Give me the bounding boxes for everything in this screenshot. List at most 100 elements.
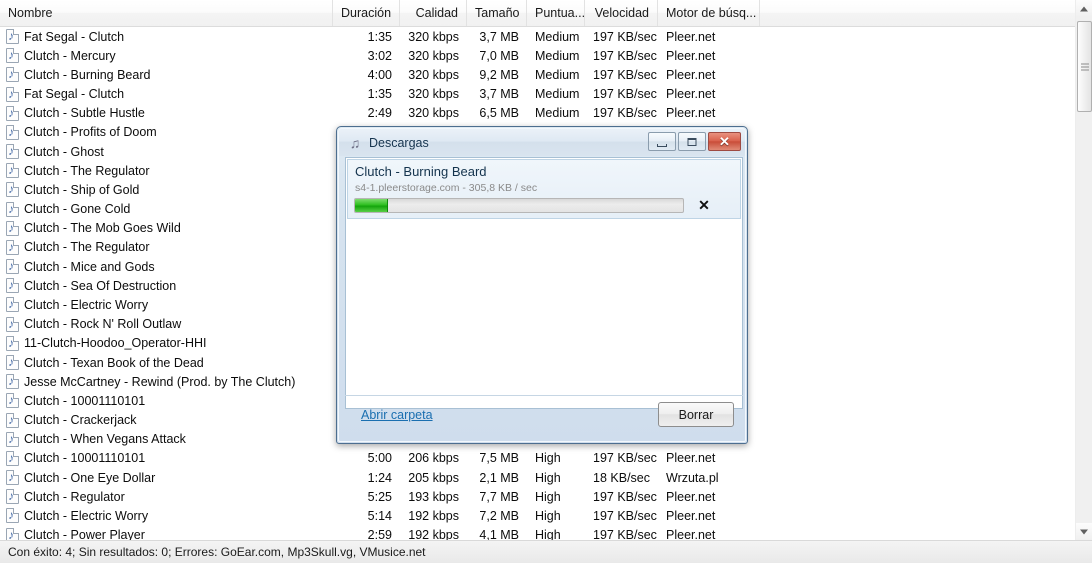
row-name-label: Clutch - Ghost [24, 144, 104, 159]
table-row[interactable]: Clutch - Regulator 5:25 193 kbps 7,7 MB High… [0, 487, 1075, 506]
table-row[interactable]: Clutch - Power Player 2:59 192 kbps 4,1 MB H… [0, 525, 1075, 540]
row-name-cell: Clutch - The Regulator [0, 239, 333, 255]
row-duration-cell: 3:02 [367, 48, 392, 63]
table-row[interactable]: Clutch - 10001110101 5:00 206 kbps 7,5 MB Hi… [0, 449, 1075, 468]
row-name-label: Clutch - Profits of Doom [24, 125, 157, 140]
music-file-icon [6, 48, 19, 64]
download-progress-bar [354, 198, 684, 213]
music-file-icon [6, 316, 19, 332]
table-row[interactable]: Fat Segal - Clutch 1:35 320 kbps 3,7 MB Medi… [0, 85, 1075, 104]
music-note-icon: ♫ [349, 134, 361, 151]
column-header-3[interactable]: Tamaño [467, 0, 527, 26]
row-name-label: Clutch - 10001110101 [24, 451, 146, 466]
column-header-0[interactable]: Nombre [0, 0, 333, 26]
music-file-icon [6, 335, 19, 351]
row-quality-cell: 205 kbps [408, 470, 459, 485]
row-name-label: Clutch - The Regulator [24, 163, 150, 178]
maximize-button[interactable] [678, 132, 706, 151]
row-name-cell: Clutch - Power Player [0, 527, 333, 540]
music-file-icon [6, 527, 19, 540]
row-name-label: Clutch - Electric Worry [24, 508, 149, 523]
row-name-cell: Clutch - Profits of Doom [0, 124, 333, 140]
row-speed-cell: 197 KB/sec [593, 451, 657, 466]
row-size-cell: 7,0 MB [479, 48, 519, 63]
row-size-cell: 2,1 MB [479, 470, 519, 485]
scrollbar-up-button[interactable] [1076, 0, 1092, 17]
music-file-icon [6, 144, 19, 160]
music-file-icon [6, 470, 19, 486]
row-name-label: Clutch - Power Player [24, 528, 145, 540]
row-name-cell: Clutch - Mercury [0, 48, 333, 64]
results-vertical-scrollbar[interactable] [1075, 0, 1092, 540]
downloads-dialog-title: Descargas [369, 135, 429, 150]
row-name-label: Clutch - Subtle Hustle [24, 106, 145, 121]
row-rating-cell: Medium [535, 67, 580, 82]
row-name-cell: Fat Segal - Clutch [0, 29, 333, 45]
row-name-cell: Clutch - Rock N' Roll Outlaw [0, 316, 333, 332]
row-name-label: Clutch - Mice and Gods [24, 259, 155, 274]
table-row[interactable]: Clutch - One Eye Dollar 1:24 205 kbps 2,1 M… [0, 468, 1075, 487]
column-header-4[interactable]: Puntua... [527, 0, 585, 26]
row-name-cell: Clutch - 10001110101 [0, 450, 333, 466]
downloads-dialog[interactable]: ♫ Descargas ✕ Clutch - Burning Beard s4-… [336, 126, 748, 444]
row-name-cell: Clutch - Crackerjack [0, 412, 333, 428]
column-header-filler [760, 0, 1075, 26]
music-file-icon [6, 163, 19, 179]
music-file-icon [6, 450, 19, 466]
row-name-cell: Clutch - The Mob Goes Wild [0, 220, 333, 236]
downloads-dialog-inner: ♫ Descargas ✕ Clutch - Burning Beard s4-… [338, 128, 746, 442]
row-engine-cell: Pleer.net [666, 29, 716, 44]
row-rating-cell: High [535, 470, 561, 485]
close-button[interactable]: ✕ [708, 132, 741, 151]
column-header-5[interactable]: Velocidad [585, 0, 658, 26]
column-header-6[interactable]: Motor de búsq... [658, 0, 760, 26]
minimize-button[interactable] [648, 132, 676, 151]
music-file-icon [6, 124, 19, 140]
row-engine-cell: Wrzuta.pl [666, 470, 719, 485]
scrollbar-down-button[interactable] [1076, 523, 1092, 540]
row-size-cell: 7,5 MB [479, 451, 519, 466]
delete-button[interactable]: Borrar [658, 402, 734, 427]
row-size-cell: 3,7 MB [479, 87, 519, 102]
music-file-icon [6, 220, 19, 236]
row-name-label: Clutch - Ship of Gold [24, 182, 140, 197]
results-column-header: Nombre Duración Calidad Tamaño Puntua... Velo… [0, 0, 1075, 27]
row-duration-cell: 1:35 [367, 87, 392, 102]
table-row[interactable]: Clutch - Electric Worry 5:14 192 kbps 7,2 M… [0, 506, 1075, 525]
row-name-cell: Clutch - When Vegans Attack [0, 431, 333, 447]
table-row[interactable]: Clutch - Subtle Hustle 2:49 320 kbps 6,5 MB… [0, 104, 1075, 123]
minimize-icon [657, 144, 667, 147]
row-name-label: Clutch - Rock N' Roll Outlaw [24, 317, 182, 332]
column-header-1[interactable]: Duración [333, 0, 400, 26]
table-row[interactable]: Clutch - Burning Beard 4:00 320 kbps 9,2 MB… [0, 65, 1075, 84]
row-quality-cell: 192 kbps [408, 528, 459, 540]
download-item[interactable]: Clutch - Burning Beard s4-1.pleerstorage… [347, 159, 741, 219]
music-file-icon [6, 182, 19, 198]
row-duration-cell: 5:14 [367, 508, 392, 523]
close-icon: ✕ [719, 134, 730, 149]
open-folder-link[interactable]: Abrir carpeta [361, 408, 433, 422]
row-name-label: Clutch - Texan Book of the Dead [24, 355, 204, 370]
row-name-cell: Clutch - Burning Beard [0, 67, 333, 83]
row-name-label: 11-Clutch-Hoodoo_Operator-HHI [24, 336, 207, 351]
scrollbar-thumb[interactable] [1077, 21, 1092, 112]
music-file-icon [6, 201, 19, 217]
cancel-download-icon[interactable]: ✕ [695, 196, 713, 214]
row-name-cell: Clutch - 10001110101 [0, 393, 333, 409]
column-header-2[interactable]: Calidad [400, 0, 467, 26]
table-row[interactable]: Fat Segal - Clutch 1:35 320 kbps 3,7 MB Medi… [0, 27, 1075, 46]
row-rating-cell: Medium [535, 29, 580, 44]
row-name-cell: Clutch - Regulator [0, 489, 333, 505]
row-size-cell: 3,7 MB [479, 29, 519, 44]
music-file-icon [6, 297, 19, 313]
download-item-name: Clutch - Burning Beard [355, 164, 487, 179]
table-row[interactable]: Clutch - Mercury 3:02 320 kbps 7,0 MB Medium… [0, 46, 1075, 65]
music-file-icon [6, 239, 19, 255]
music-file-icon [6, 355, 19, 370]
music-file-icon [6, 29, 19, 45]
row-name-cell: Fat Segal - Clutch [0, 86, 333, 102]
row-duration-cell: 5:00 [367, 451, 392, 466]
row-speed-cell: 197 KB/sec [593, 528, 657, 540]
downloads-dialog-titlebar[interactable]: ♫ Descargas ✕ [339, 129, 745, 156]
row-name-label: Clutch - Mercury [24, 48, 116, 63]
